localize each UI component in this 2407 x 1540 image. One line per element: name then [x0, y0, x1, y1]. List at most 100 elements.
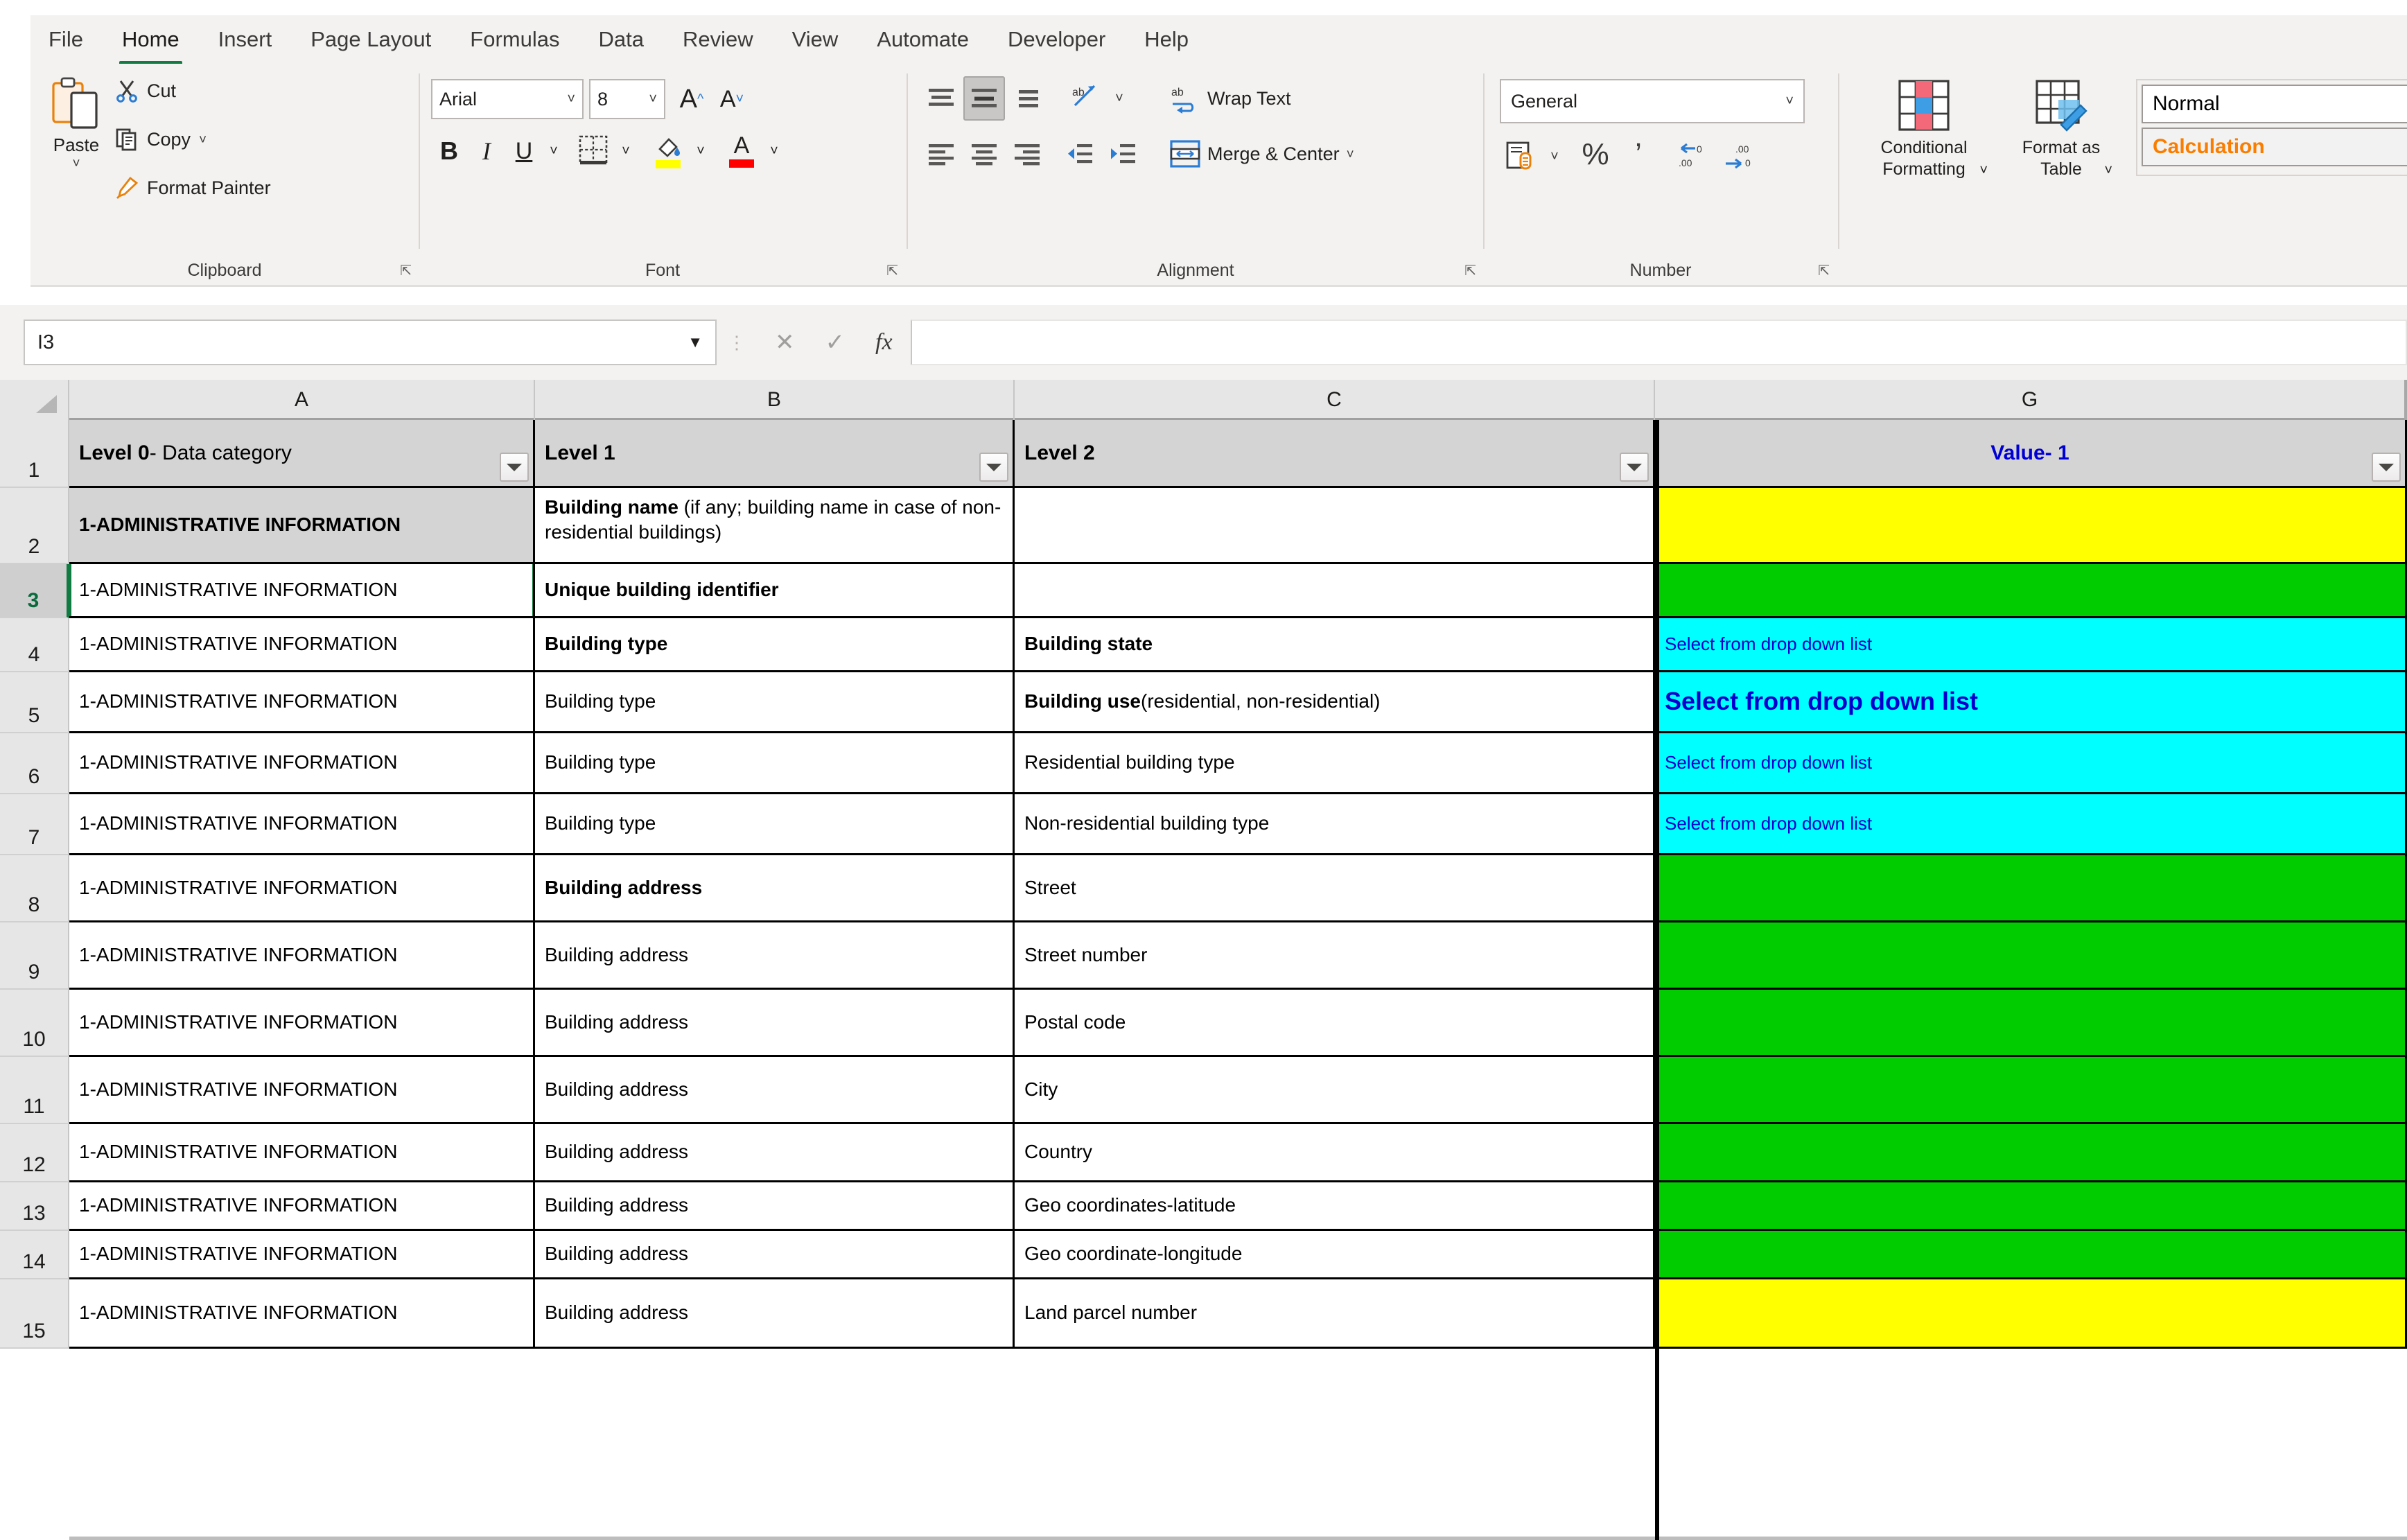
cell-A6[interactable]: 1-ADMINISTRATIVE INFORMATION: [69, 733, 535, 794]
row-header-1[interactable]: 1: [0, 420, 69, 488]
cell-G5[interactable]: Select from drop down list: [1655, 672, 2407, 733]
cell-B15[interactable]: Building address: [535, 1279, 1015, 1349]
row-header-14[interactable]: 14: [0, 1231, 69, 1279]
font-color-button[interactable]: A: [722, 130, 761, 172]
cell-B11[interactable]: Building address: [535, 1057, 1015, 1124]
column-header-A[interactable]: A: [69, 380, 535, 420]
format-as-table-chevron-down-icon[interactable]: ˅: [2104, 162, 2112, 180]
cell-C9[interactable]: Street number: [1015, 922, 1655, 990]
accounting-chevron-down-icon[interactable]: ˅: [1544, 141, 1565, 172]
font-dialog-launcher[interactable]: ⇱: [886, 262, 898, 279]
cell-B6[interactable]: Building type: [535, 733, 1015, 794]
row-header-15[interactable]: 15: [0, 1279, 69, 1349]
copy-chevron-down-icon[interactable]: ˅: [199, 134, 207, 147]
percent-style-button[interactable]: %: [1575, 133, 1616, 176]
underline-button[interactable]: U: [507, 133, 541, 169]
style-normal[interactable]: Normal: [2142, 85, 2407, 123]
ribbon-tab-file[interactable]: File: [30, 23, 101, 56]
confirm-icon[interactable]: ✓: [825, 329, 846, 356]
cell-C3[interactable]: [1015, 564, 1655, 618]
format-painter-button[interactable]: Format Painter: [115, 176, 271, 200]
cell-G11[interactable]: [1655, 1057, 2407, 1124]
ribbon-tab-view[interactable]: View: [774, 23, 857, 56]
name-box-chevron-down-icon[interactable]: ▼: [688, 333, 703, 351]
font-color-chevron-down-icon[interactable]: ˅: [764, 136, 785, 166]
row-header-7[interactable]: 7: [0, 794, 69, 855]
cell-B13[interactable]: Building address: [535, 1182, 1015, 1231]
alignment-dialog-launcher[interactable]: ⇱: [1464, 262, 1476, 279]
number-format-chevron-down-icon[interactable]: ˅: [1785, 94, 1794, 110]
paste-chevron-down-icon[interactable]: ˅: [72, 157, 80, 170]
cell-C11[interactable]: City: [1015, 1057, 1655, 1124]
fill-color-chevron-down-icon[interactable]: ˅: [690, 136, 711, 166]
ribbon-tab-formulas[interactable]: Formulas: [452, 23, 577, 56]
cell-B9[interactable]: Building address: [535, 922, 1015, 990]
fill-color-button[interactable]: [649, 130, 688, 172]
cell-B14[interactable]: Building address: [535, 1231, 1015, 1279]
row-header-5[interactable]: 5: [0, 672, 69, 733]
italic-button[interactable]: I: [470, 133, 503, 169]
align-bottom-button[interactable]: [1009, 79, 1048, 118]
style-calculation[interactable]: Calculation: [2142, 128, 2407, 166]
ribbon-tab-developer[interactable]: Developer: [990, 23, 1123, 56]
cell-A4[interactable]: 1-ADMINISTRATIVE INFORMATION: [69, 618, 535, 672]
cell-styles-gallery[interactable]: Normal Calculation: [2136, 79, 2407, 176]
row-header-11[interactable]: 11: [0, 1057, 69, 1124]
cell-C7[interactable]: Non-residential building type: [1015, 794, 1655, 855]
cell-A12[interactable]: 1-ADMINISTRATIVE INFORMATION: [69, 1124, 535, 1182]
row-header-9[interactable]: 9: [0, 922, 69, 990]
align-top-button[interactable]: [922, 79, 961, 118]
decrease-font-size-button[interactable]: A ˅: [714, 80, 750, 118]
cell-A1-filter-button[interactable]: [500, 453, 529, 482]
align-left-button[interactable]: [922, 134, 961, 173]
cell-C15[interactable]: Land parcel number: [1015, 1279, 1655, 1349]
cell-C5[interactable]: Building use (residential, non-residenti…: [1015, 672, 1655, 733]
cell-C1[interactable]: Level 2: [1015, 420, 1655, 488]
cell-C14[interactable]: Geo coordinate-longitude: [1015, 1231, 1655, 1279]
formula-input[interactable]: [910, 320, 2407, 365]
cell-A1[interactable]: Level 0 - Data category: [69, 420, 535, 488]
cell-A13[interactable]: 1-ADMINISTRATIVE INFORMATION: [69, 1182, 535, 1231]
cell-A3[interactable]: 1-ADMINISTRATIVE INFORMATION: [69, 564, 535, 618]
accounting-format-button[interactable]: [1500, 134, 1541, 176]
cell-C4[interactable]: Building state: [1015, 618, 1655, 672]
cell-B10[interactable]: Building address: [535, 990, 1015, 1057]
font-size-select[interactable]: 8 ˅: [589, 79, 665, 119]
row-header-3[interactable]: 3: [0, 564, 69, 618]
increase-font-size-button[interactable]: A ^: [674, 80, 710, 118]
column-header-B[interactable]: B: [535, 380, 1015, 420]
cell-G10[interactable]: [1655, 990, 2407, 1057]
font-name-select[interactable]: Arial ˅: [431, 79, 584, 119]
cell-B12[interactable]: Building address: [535, 1124, 1015, 1182]
cell-A10[interactable]: 1-ADMINISTRATIVE INFORMATION: [69, 990, 535, 1057]
bold-button[interactable]: B: [432, 133, 466, 169]
cell-C2[interactable]: [1015, 488, 1655, 564]
cell-G1-filter-button[interactable]: [2372, 453, 2401, 482]
underline-chevron-down-icon[interactable]: ˅: [543, 136, 564, 166]
cell-C8[interactable]: Street: [1015, 855, 1655, 922]
row-header-13[interactable]: 13: [0, 1182, 69, 1231]
conditional-formatting-chevron-down-icon[interactable]: ˅: [1979, 162, 1988, 180]
cell-G6[interactable]: Select from drop down list: [1655, 733, 2407, 794]
cell-B2[interactable]: Building name (if any; building name in …: [535, 488, 1015, 564]
cell-A15[interactable]: 1-ADMINISTRATIVE INFORMATION: [69, 1279, 535, 1349]
ribbon-tab-data[interactable]: Data: [580, 23, 661, 56]
cut-button[interactable]: Cut: [115, 79, 176, 103]
cell-A8[interactable]: 1-ADMINISTRATIVE INFORMATION: [69, 855, 535, 922]
cell-A9[interactable]: 1-ADMINISTRATIVE INFORMATION: [69, 922, 535, 990]
row-header-4[interactable]: 4: [0, 618, 69, 672]
merge-center-button[interactable]: Merge & Center ˅: [1170, 140, 1354, 168]
cell-B1[interactable]: Level 1: [535, 420, 1015, 488]
comma-style-button[interactable]: ’: [1620, 133, 1656, 176]
cell-B5[interactable]: Building type: [535, 672, 1015, 733]
cell-G4[interactable]: Select from drop down list: [1655, 618, 2407, 672]
cell-G14[interactable]: [1655, 1231, 2407, 1279]
cell-A7[interactable]: 1-ADMINISTRATIVE INFORMATION: [69, 794, 535, 855]
cell-C1-filter-button[interactable]: [1620, 453, 1649, 482]
ribbon-tab-help[interactable]: Help: [1126, 23, 1207, 56]
borders-chevron-down-icon[interactable]: ˅: [615, 136, 636, 166]
cell-G8[interactable]: [1655, 855, 2407, 922]
number-dialog-launcher[interactable]: ⇱: [1818, 262, 1830, 279]
ribbon-tab-page-layout[interactable]: Page Layout: [292, 23, 449, 56]
cell-G3[interactable]: [1655, 564, 2407, 618]
